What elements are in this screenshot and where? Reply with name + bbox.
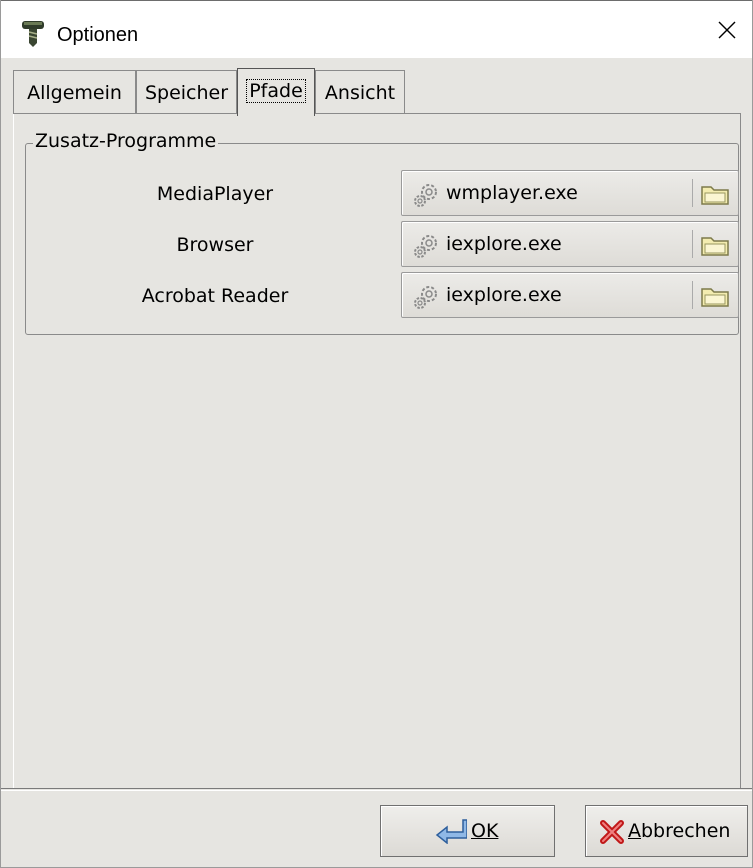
acrobat-reader-path-button[interactable]: iexplore.exe bbox=[401, 272, 739, 318]
acrobat-reader-path-value: iexplore.exe bbox=[446, 284, 562, 306]
close-button[interactable] bbox=[702, 1, 752, 59]
tab-allgemein[interactable]: Allgemein bbox=[13, 70, 136, 114]
red-x-icon bbox=[600, 820, 624, 844]
tab-speicher[interactable]: Speicher bbox=[136, 70, 237, 114]
screw-icon bbox=[22, 21, 44, 47]
button-bar-divider bbox=[1, 788, 752, 789]
tab-label: Speicher bbox=[144, 82, 229, 104]
cancel-button-label: Abbrechen bbox=[628, 820, 731, 842]
browser-label: Browser bbox=[176, 234, 254, 256]
acrobat-reader-label: Acrobat Reader bbox=[141, 285, 289, 307]
gear-icon bbox=[414, 184, 437, 207]
close-icon bbox=[718, 21, 736, 39]
ok-button-label: OK bbox=[471, 820, 499, 842]
browser-path-button[interactable]: iexplore.exe bbox=[401, 221, 739, 267]
return-arrow-icon bbox=[435, 819, 467, 844]
tab-ansicht[interactable]: Ansicht bbox=[315, 70, 405, 114]
gear-icon bbox=[414, 286, 437, 309]
ok-button[interactable]: OK bbox=[380, 805, 555, 857]
divider bbox=[692, 179, 693, 207]
title-bar[interactable]: Optionen bbox=[1, 0, 752, 58]
folder-icon[interactable] bbox=[700, 182, 730, 206]
gear-icon bbox=[414, 235, 437, 258]
tab-label: Pfade bbox=[246, 79, 306, 103]
window-title: Optionen bbox=[57, 24, 139, 46]
mediaplayer-path-value: wmplayer.exe bbox=[446, 182, 578, 204]
tab-label: Ansicht bbox=[324, 82, 396, 104]
mediaplayer-label: MediaPlayer bbox=[156, 183, 274, 205]
mediaplayer-path-button[interactable]: wmplayer.exe bbox=[401, 170, 739, 216]
tab-pfade[interactable]: Pfade bbox=[237, 68, 315, 116]
cancel-button[interactable]: Abbrechen bbox=[585, 805, 748, 857]
divider bbox=[692, 230, 693, 258]
folder-icon[interactable] bbox=[700, 233, 730, 257]
tab-label: Allgemein bbox=[27, 82, 122, 104]
divider bbox=[692, 281, 693, 309]
button-bar-divider-highlight bbox=[1, 790, 752, 791]
group-title: Zusatz-Programme bbox=[33, 130, 219, 152]
browser-path-value: iexplore.exe bbox=[446, 233, 562, 255]
options-dialog: Optionen Allgemein Speicher Pfade Ansich… bbox=[0, 0, 753, 868]
folder-icon[interactable] bbox=[700, 284, 730, 308]
